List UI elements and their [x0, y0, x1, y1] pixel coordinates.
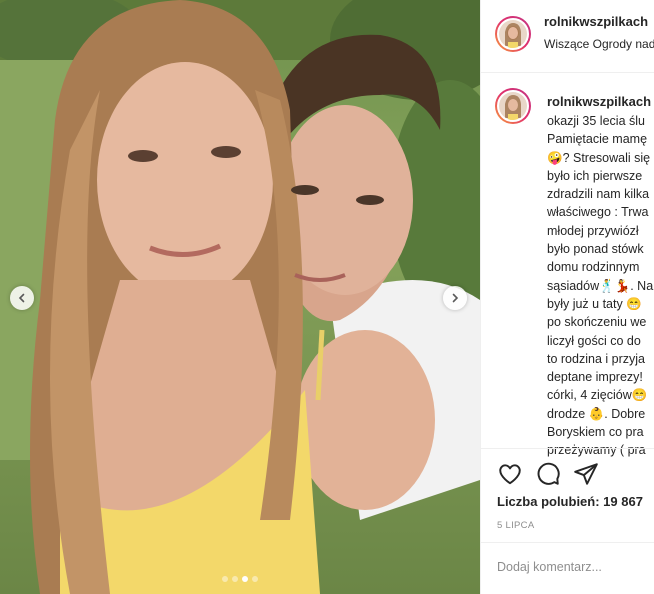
post-date[interactable]: 5 LIPCA — [497, 520, 534, 531]
like-button[interactable] — [497, 461, 523, 487]
caption-line: okazji 35 lecia ślu — [547, 114, 645, 128]
avatar-photo — [499, 92, 527, 120]
chevron-right-icon — [452, 293, 459, 303]
caption-line: drodze 👶. Dobre — [547, 406, 646, 421]
caption-line: młodej przywiózł — [547, 223, 639, 238]
caption-author-username[interactable]: rolnikwszpilkach — [547, 94, 651, 109]
post-photo[interactable] — [0, 0, 480, 594]
author-username[interactable]: rolnikwszpilkach — [544, 14, 648, 29]
caption-author-avatar[interactable] — [495, 88, 531, 124]
avatar-photo — [499, 20, 527, 48]
heart-icon — [499, 464, 521, 485]
selfie-illustration — [0, 0, 480, 594]
comment-button[interactable] — [535, 461, 561, 487]
post-header: rolnikwszpilkach Wiszące Ogrody nad — [481, 0, 654, 73]
caption-line: 🤪? Stresowali się — [547, 150, 651, 165]
caption-line: właściwego : Trwa — [547, 205, 649, 220]
actions-divider — [481, 448, 654, 449]
instagram-post: rolnikwszpilkach Wiszące Ogrody nad roln… — [0, 0, 654, 594]
caption-line: zdradzili nam kilka — [547, 187, 650, 202]
caption-line: było ich pierwsze — [547, 168, 643, 183]
carousel-indicator — [0, 576, 480, 582]
caption-line: było ponad stówk — [547, 242, 644, 257]
post-details-panel: rolnikwszpilkach Wiszące Ogrody nad roln… — [480, 0, 654, 594]
likes-count[interactable]: Liczba polubień: 19 867 — [497, 494, 643, 509]
next-slide-button[interactable] — [443, 286, 467, 310]
comment-divider — [481, 542, 654, 543]
carousel-dot — [252, 576, 258, 582]
caption-line: przeżywamy ( pra — [547, 443, 646, 458]
chevron-left-icon — [18, 293, 25, 303]
caption-line: Pamiętacie mamę — [547, 132, 648, 147]
post-caption: okazji 35 lecia ślu Pamiętacie mamę 🤪? S… — [547, 112, 654, 460]
carousel-dot-active — [242, 576, 248, 582]
comment-icon — [537, 462, 560, 485]
caption-line: domu rodzinnym — [547, 260, 640, 275]
caption-line: Boryskiem co pra — [547, 425, 644, 440]
share-button[interactable] — [573, 461, 599, 487]
previous-slide-button[interactable] — [10, 286, 34, 310]
carousel-dot — [222, 576, 228, 582]
add-comment-input[interactable] — [497, 560, 647, 574]
caption-line: to rodzina i przyja — [547, 351, 645, 366]
caption-line: liczył gości co do — [547, 333, 641, 348]
post-location[interactable]: Wiszące Ogrody nad — [544, 37, 654, 51]
caption-line: sąsiadów🕺💃. Na — [547, 278, 654, 293]
share-icon — [574, 463, 598, 485]
caption-line: deptane imprezy! — [547, 370, 643, 385]
caption-line: po skończeniu we — [547, 315, 647, 330]
caption-line: córki, 4 zięciów😁 — [547, 388, 648, 403]
caption-line: były już u taty 😁 — [547, 296, 642, 311]
author-avatar[interactable] — [495, 16, 531, 52]
carousel-dot — [232, 576, 238, 582]
